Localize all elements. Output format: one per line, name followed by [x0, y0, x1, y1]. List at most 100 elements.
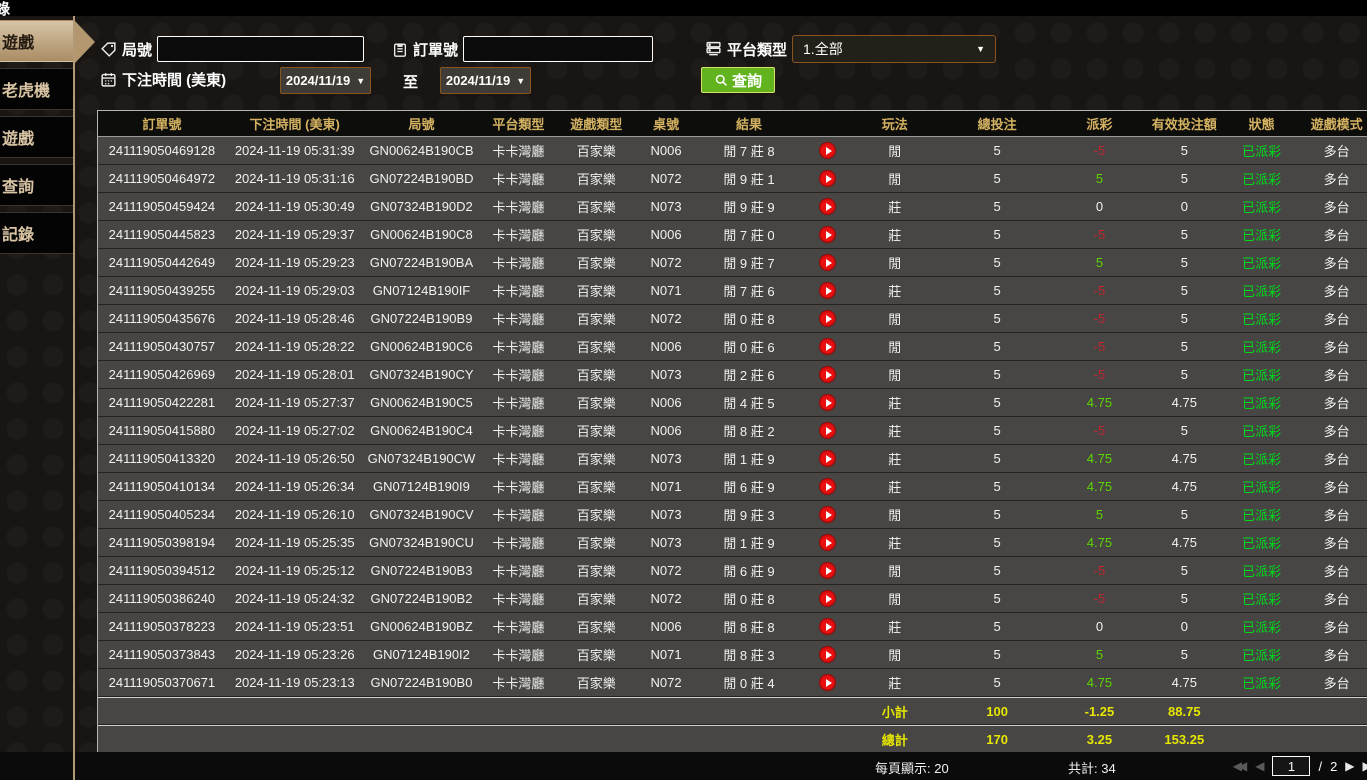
cell-game-type: 百家樂 — [557, 221, 635, 248]
order-number-input[interactable] — [463, 36, 653, 62]
next-page-icon[interactable]: ▶ — [1345, 759, 1354, 773]
cell-payout: -5 — [1060, 333, 1140, 360]
cell-table-no: N071 — [635, 473, 697, 500]
cell-table-no: N072 — [635, 249, 697, 276]
table-row: 2411190503738432024-11-19 05:23:26GN0712… — [98, 641, 1367, 669]
cell-order: 241119050439255 — [98, 277, 226, 304]
cell-result: 閒 8 莊 3 — [697, 641, 801, 668]
cell-game-mode: 多台 — [1294, 501, 1367, 528]
play-video-icon[interactable] — [819, 590, 836, 607]
cell-game-type: 百家樂 — [557, 585, 635, 612]
cell-game-mode: 多台 — [1294, 641, 1367, 668]
total-pages-label: 2 — [1330, 759, 1337, 774]
cell-status: 已派彩 — [1229, 221, 1294, 248]
cell-platform: 卡卡灣廳 — [479, 305, 557, 332]
cell-status: 已派彩 — [1229, 305, 1294, 332]
play-video-icon[interactable] — [819, 254, 836, 271]
cell-platform: 卡卡灣廳 — [479, 193, 557, 220]
cell-time: 2024-11-19 05:25:35 — [226, 529, 364, 556]
play-video-icon[interactable] — [819, 674, 836, 691]
play-video-icon[interactable] — [819, 450, 836, 467]
sidebar-item-3[interactable]: 查詢 — [0, 164, 75, 206]
date-from-picker[interactable]: 2024/11/19 ▼ — [280, 67, 371, 94]
cell-round: GN00624B190C6 — [364, 333, 480, 360]
play-video-icon[interactable] — [819, 310, 836, 327]
table-row: 2411190503945122024-11-19 05:25:12GN0722… — [98, 557, 1367, 585]
cell-bet-type: 閒 — [855, 557, 935, 584]
play-video-icon[interactable] — [819, 422, 836, 439]
cell-time: 2024-11-19 05:23:51 — [226, 613, 364, 640]
cell-total-bet: 5 — [935, 249, 1060, 276]
play-video-icon[interactable] — [819, 646, 836, 663]
table-row: 2411190504458232024-11-19 05:29:37GN0062… — [98, 221, 1367, 249]
play-video-icon[interactable] — [819, 534, 836, 551]
play-video-icon[interactable] — [819, 198, 836, 215]
cell-replay — [801, 389, 855, 416]
cell-game-type: 百家樂 — [557, 165, 635, 192]
page-number-input[interactable] — [1272, 756, 1310, 776]
cell-valid-bet: 4.75 — [1139, 529, 1229, 556]
first-page-icon[interactable]: ◀◀ — [1233, 759, 1243, 773]
cell-status: 已派彩 — [1229, 277, 1294, 304]
play-video-icon[interactable] — [819, 282, 836, 299]
platform-type-select[interactable]: 1.全部 ▼ — [792, 35, 996, 63]
cell-result: 閒 1 莊 9 — [697, 445, 801, 472]
cell-empty — [226, 726, 364, 752]
cell-total-bet: 5 — [935, 529, 1060, 556]
cell-replay — [801, 445, 855, 472]
date-from-value: 2024/11/19 — [286, 73, 350, 88]
date-to-picker[interactable]: 2024/11/19 ▼ — [440, 67, 531, 94]
cell-time: 2024-11-19 05:24:32 — [226, 585, 364, 612]
cell-valid-bet: 4.75 — [1139, 445, 1229, 472]
cell-valid-bet: 5 — [1139, 333, 1229, 360]
table-row: 2411190504307572024-11-19 05:28:22GN0062… — [98, 333, 1367, 361]
cell-game-type: 百家樂 — [557, 501, 635, 528]
cell-bet-type: 莊 — [855, 193, 935, 220]
round-number-input[interactable] — [157, 36, 364, 62]
per-page-label: 每頁顯示: 20 — [875, 758, 949, 777]
cell-empty — [1294, 726, 1367, 752]
play-video-icon[interactable] — [819, 338, 836, 355]
sidebar-item-4[interactable]: 記錄 — [0, 212, 75, 254]
cell-game-mode: 多台 — [1294, 445, 1367, 472]
play-video-icon[interactable] — [819, 394, 836, 411]
cell-table-no: N073 — [635, 529, 697, 556]
cell-empty — [98, 698, 226, 724]
cell-payout: 4.75 — [1060, 529, 1140, 556]
previous-page-icon[interactable]: ◀ — [1255, 759, 1264, 773]
cell-result: 閒 7 莊 0 — [697, 221, 801, 248]
play-video-icon[interactable] — [819, 142, 836, 159]
play-video-icon[interactable] — [819, 478, 836, 495]
column-header-0: 訂單號 — [98, 111, 226, 136]
play-video-icon[interactable] — [819, 226, 836, 243]
cell-bet-type: 閒 — [855, 641, 935, 668]
search-button[interactable]: 查詢 — [701, 67, 775, 93]
cell-game-mode: 多台 — [1294, 305, 1367, 332]
last-page-icon[interactable]: ▶▶ — [1363, 759, 1367, 773]
play-video-icon[interactable] — [819, 170, 836, 187]
play-video-icon[interactable] — [819, 366, 836, 383]
date-to-value: 2024/11/19 — [446, 73, 510, 88]
grand-total-row-payout: 3.25 — [1060, 726, 1140, 752]
cell-bet-type: 閒 — [855, 165, 935, 192]
cell-status: 已派彩 — [1229, 473, 1294, 500]
play-video-icon[interactable] — [819, 506, 836, 523]
sidebar-item-2[interactable]: 遊戲 — [0, 116, 75, 158]
sidebar-item-0[interactable]: 遊戲 — [0, 20, 75, 62]
play-video-icon[interactable] — [819, 618, 836, 635]
cell-empty — [226, 698, 364, 724]
cell-platform: 卡卡灣廳 — [479, 557, 557, 584]
cell-valid-bet: 5 — [1139, 501, 1229, 528]
play-video-icon[interactable] — [819, 562, 836, 579]
cell-round: GN00624B190CB — [364, 137, 480, 164]
cell-empty — [1294, 698, 1367, 724]
column-header-6: 結果 — [697, 111, 801, 136]
cell-total-bet: 5 — [935, 585, 1060, 612]
cell-payout: -5 — [1060, 305, 1140, 332]
cell-time: 2024-11-19 05:27:37 — [226, 389, 364, 416]
cell-replay — [801, 641, 855, 668]
sidebar-item-1[interactable]: 老虎機 — [0, 68, 75, 110]
cell-table-no: N073 — [635, 193, 697, 220]
cell-status: 已派彩 — [1229, 389, 1294, 416]
column-header-5: 桌號 — [635, 111, 697, 136]
